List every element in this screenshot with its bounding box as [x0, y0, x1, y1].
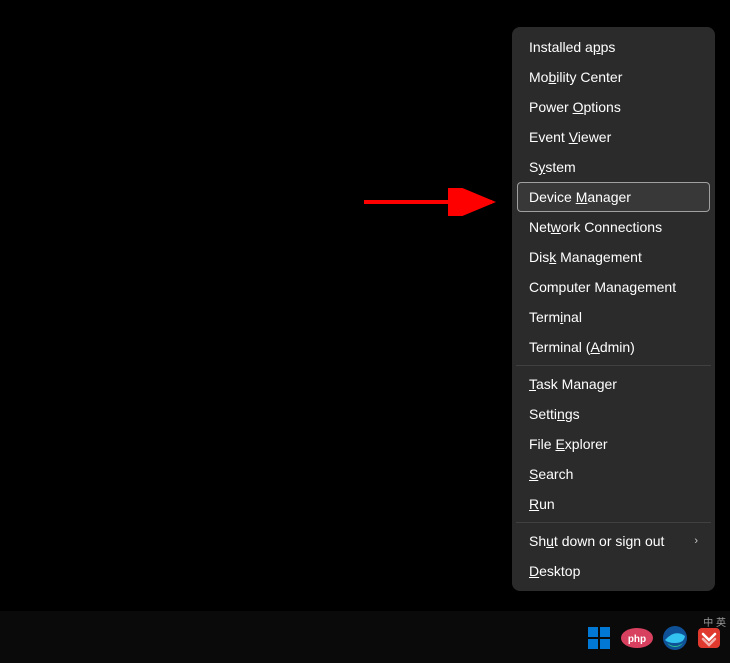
php-app-icon[interactable]: php: [620, 626, 654, 653]
menu-item-label: Settings: [529, 406, 580, 422]
edge-icon[interactable]: [662, 625, 688, 654]
menu-item-label: Shut down or sign out: [529, 533, 664, 549]
menu-item-label: Installed apps: [529, 39, 615, 55]
menu-item-device-manager[interactable]: Device Manager: [517, 182, 710, 212]
menu-item-mobility-center[interactable]: Mobility Center: [517, 62, 710, 92]
menu-item-file-explorer[interactable]: File Explorer: [517, 429, 710, 459]
menu-item-label: Desktop: [529, 563, 580, 579]
menu-item-label: Disk Management: [529, 249, 642, 265]
menu-item-label: Device Manager: [529, 189, 631, 205]
menu-item-power-options[interactable]: Power Options: [517, 92, 710, 122]
menu-item-label: Search: [529, 466, 573, 482]
svg-text:php: php: [628, 634, 646, 645]
menu-item-label: Network Connections: [529, 219, 662, 235]
menu-item-run[interactable]: Run: [517, 489, 710, 519]
menu-item-label: Mobility Center: [529, 69, 622, 85]
menu-item-computer-management[interactable]: Computer Management: [517, 272, 710, 302]
menu-item-label: Terminal: [529, 309, 582, 325]
menu-item-label: Task Manager: [529, 376, 617, 392]
chevron-right-icon: ›: [694, 535, 698, 547]
menu-item-label: Computer Management: [529, 279, 676, 295]
menu-item-label: Power Options: [529, 99, 621, 115]
menu-item-settings[interactable]: Settings: [517, 399, 710, 429]
menu-item-event-viewer[interactable]: Event Viewer: [517, 122, 710, 152]
start-button[interactable]: [586, 625, 612, 654]
menu-separator: [516, 522, 711, 523]
menu-item-installed-apps[interactable]: Installed apps: [517, 32, 710, 62]
menu-item-label: Terminal (Admin): [529, 339, 635, 355]
menu-item-terminal[interactable]: Terminal: [517, 302, 710, 332]
menu-item-task-manager[interactable]: Task Manager: [517, 369, 710, 399]
winx-context-menu: Installed apps Mobility Center Power Optio…: [512, 27, 715, 591]
menu-item-search[interactable]: Search: [517, 459, 710, 489]
taskbar: 中 英 php: [0, 611, 730, 663]
desktop[interactable]: Installed apps Mobility Center Power Optio…: [0, 0, 730, 611]
callout-arrow-icon: [362, 188, 508, 216]
menu-item-system[interactable]: System: [517, 152, 710, 182]
menu-item-label: Event Viewer: [529, 129, 611, 145]
menu-separator: [516, 365, 711, 366]
menu-item-shut-down-or-sign-out[interactable]: Shut down or sign out ›: [517, 526, 710, 556]
menu-item-disk-management[interactable]: Disk Management: [517, 242, 710, 272]
menu-item-label: Run: [529, 496, 555, 512]
menu-item-network-connections[interactable]: Network Connections: [517, 212, 710, 242]
menu-item-label: System: [529, 159, 576, 175]
menu-item-label: File Explorer: [529, 436, 608, 452]
menu-item-desktop[interactable]: Desktop: [517, 556, 710, 586]
red-app-icon[interactable]: [696, 625, 722, 654]
menu-item-terminal-admin[interactable]: Terminal (Admin): [517, 332, 710, 362]
